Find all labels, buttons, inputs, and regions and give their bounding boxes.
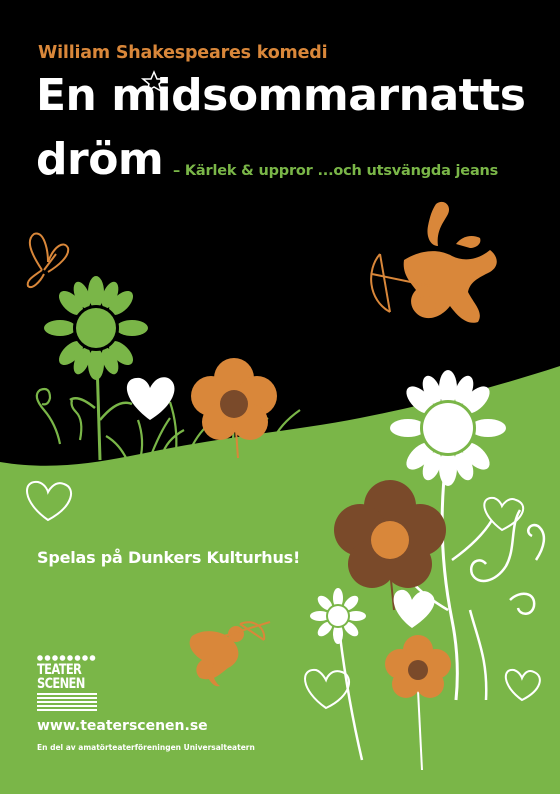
flower-green-icon xyxy=(44,276,148,461)
affiliation-text: En del av amatörteaterföreningen Univers… xyxy=(37,743,255,752)
subtitle: – Kärlek & uppror ...och utsvängda jeans xyxy=(173,163,499,179)
page-title-line1: En midsommarnatts xyxy=(36,70,526,121)
heart-icon xyxy=(126,377,175,420)
butterfly-icon xyxy=(26,232,70,288)
poster: William Shakespeares komedi En midsommar… xyxy=(0,0,560,794)
logo-line2: SCENEN xyxy=(37,676,85,692)
page-title-line2: dröm xyxy=(36,134,164,185)
venue-text: Spelas på Dunkers Kulturhus! xyxy=(37,548,301,567)
logo-dots xyxy=(37,655,97,661)
kicker: William Shakespeares komedi xyxy=(38,43,328,63)
teaterscenen-logo: TEATER SCENEN xyxy=(37,655,97,711)
cupid-icon xyxy=(403,201,497,323)
website-link[interactable]: www.teaterscenen.se xyxy=(37,718,208,734)
logo-line1: TEATER xyxy=(37,662,82,678)
logo-stripes xyxy=(37,693,97,711)
